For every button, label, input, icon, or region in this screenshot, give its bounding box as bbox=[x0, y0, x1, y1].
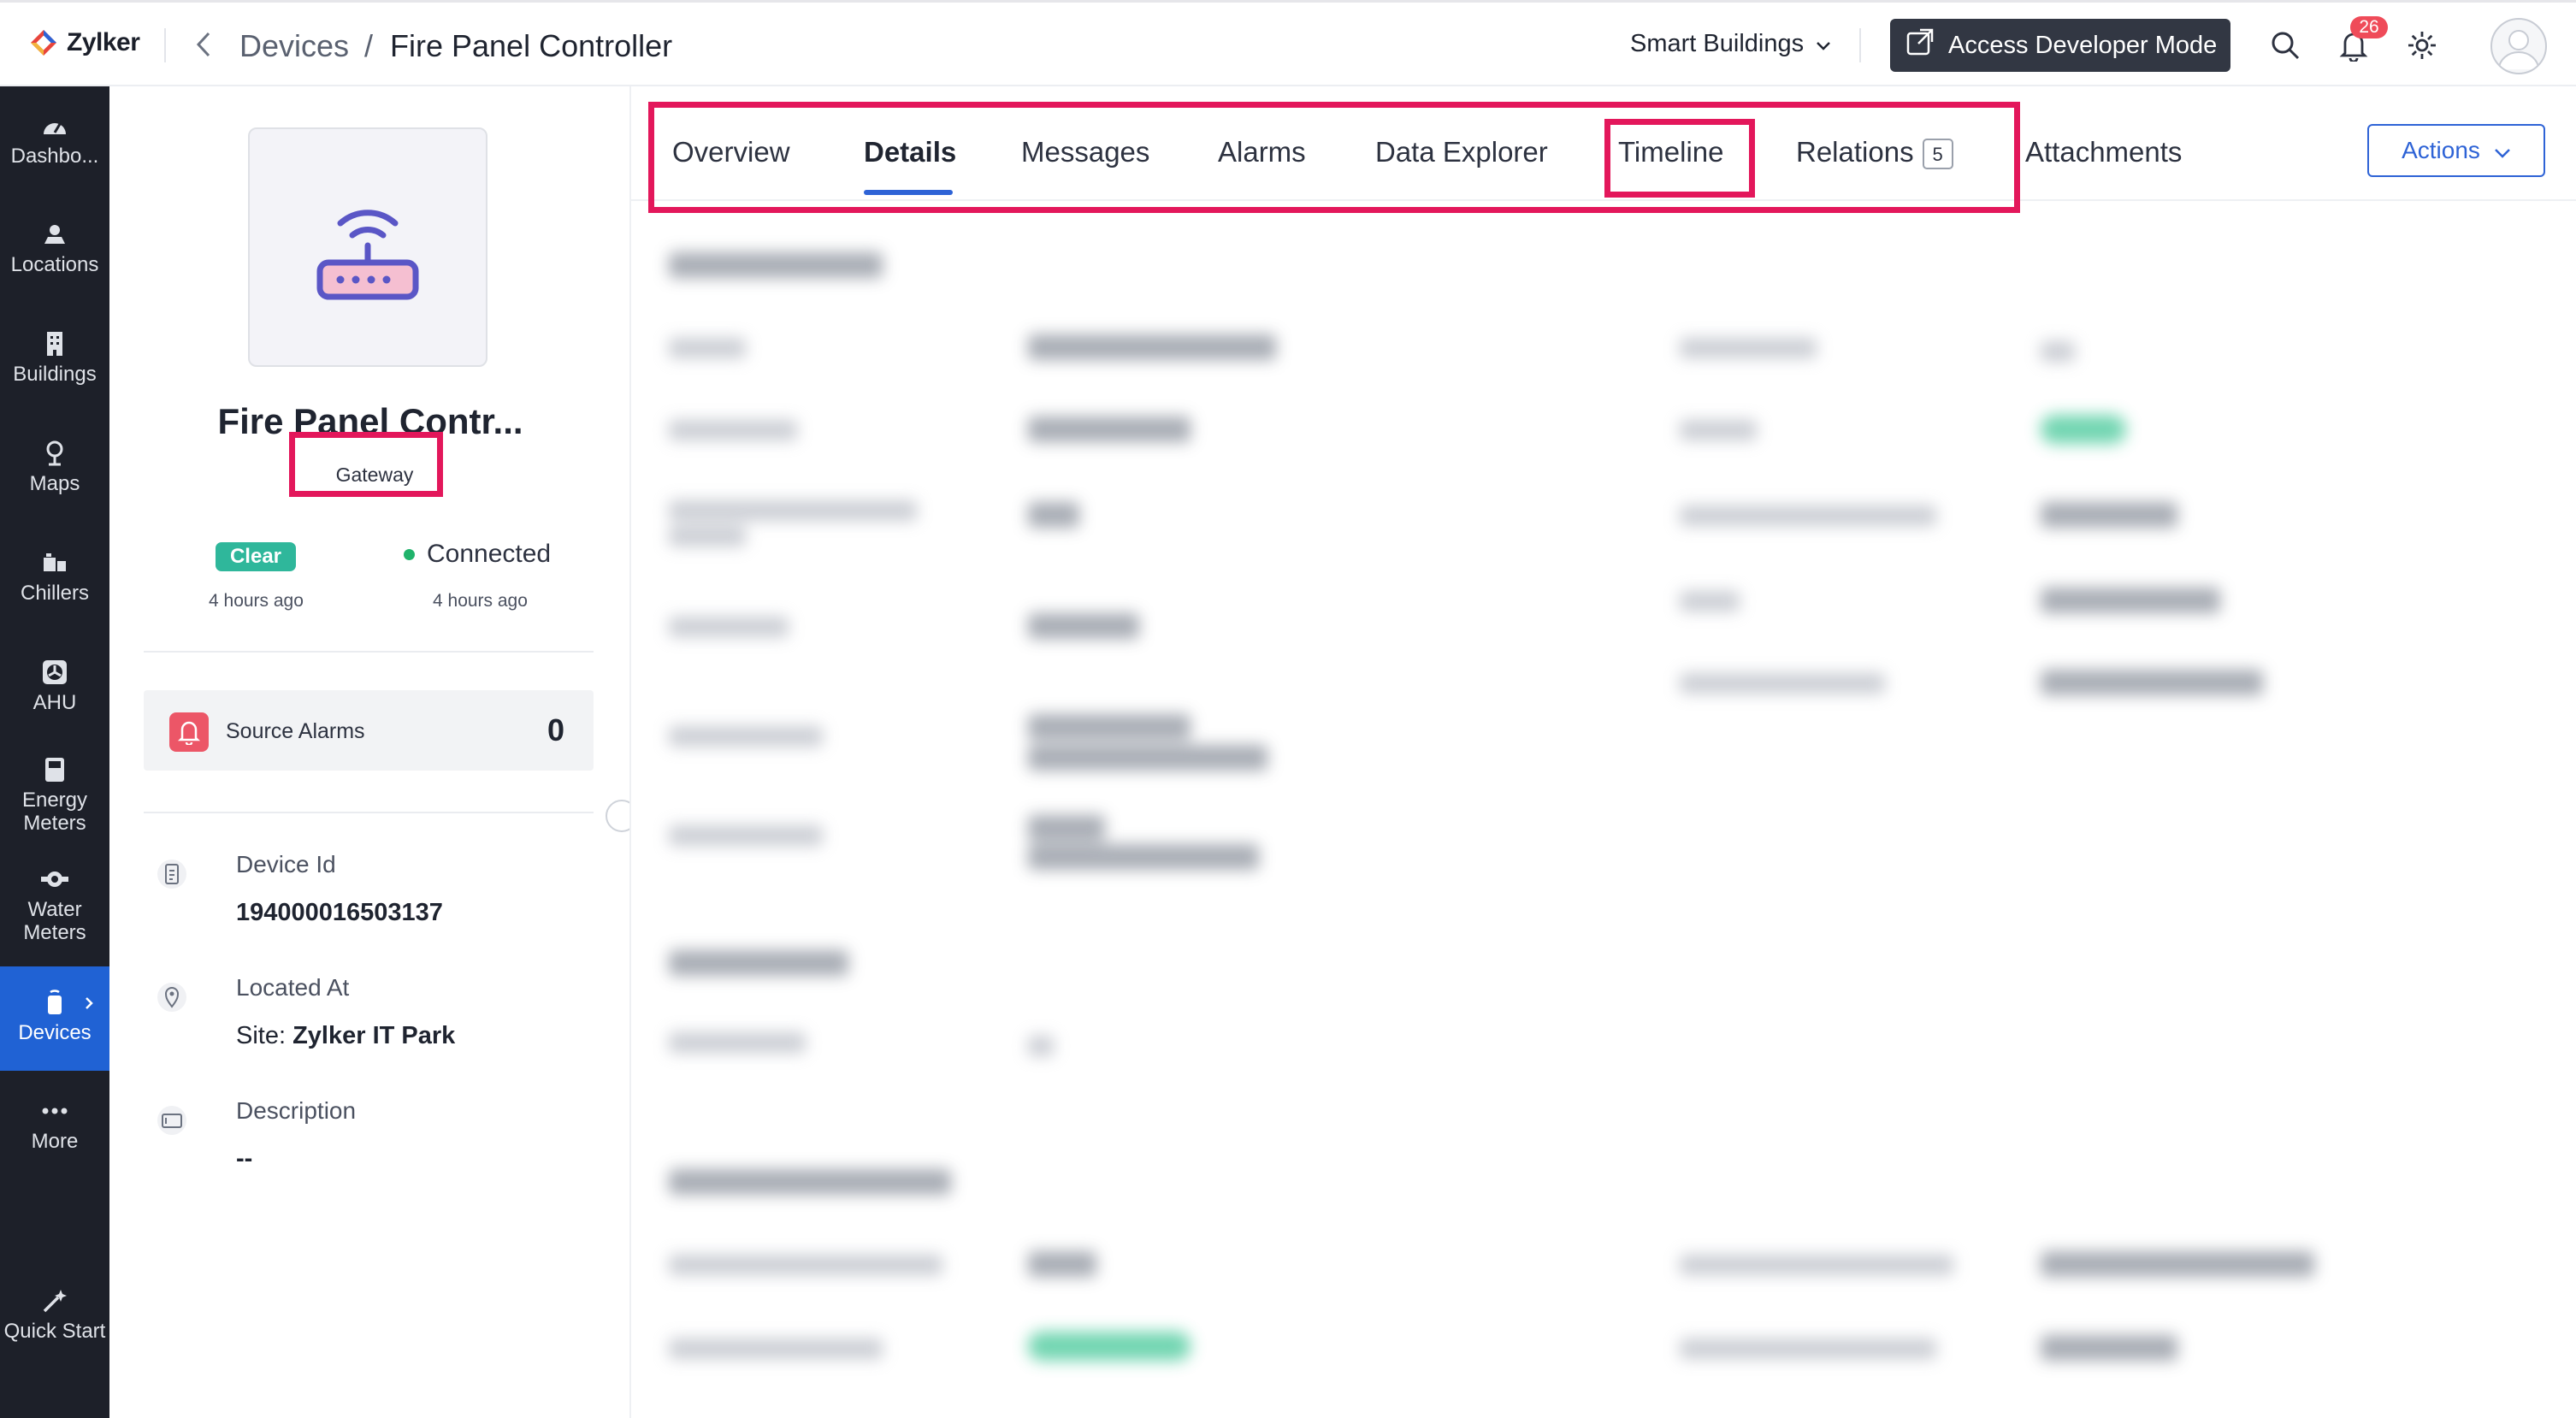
app-header: Zylker Devices / Fire Panel Controller S… bbox=[0, 3, 2576, 86]
fan-icon bbox=[0, 657, 109, 688]
back-chevron-icon[interactable] bbox=[193, 30, 214, 63]
sidebar-item-label: Maps bbox=[29, 472, 80, 495]
sidebar-item-chillers[interactable]: Chillers bbox=[0, 547, 109, 605]
search-icon[interactable] bbox=[2266, 27, 2304, 64]
alarm-bell-icon bbox=[169, 712, 209, 752]
sidebar-item-label: Quick Start bbox=[3, 1320, 106, 1343]
tab-attachments[interactable]: Attachments bbox=[2025, 136, 2182, 168]
sidebar-item-locations[interactable]: Locations bbox=[0, 219, 109, 276]
located-at-prefix: Site: bbox=[236, 1022, 293, 1049]
water-meter-icon bbox=[0, 864, 109, 895]
sidebar-item-label: AHU bbox=[32, 691, 77, 714]
sidebar-nav: Dashbo... Locations Buildings Maps Chill… bbox=[0, 86, 109, 1418]
alarm-status-time: 4 hours ago bbox=[209, 591, 304, 611]
divider bbox=[144, 812, 594, 813]
header-divider-right bbox=[1859, 28, 1861, 62]
sidebar-item-buildings[interactable]: Buildings bbox=[0, 328, 109, 386]
access-developer-mode-button[interactable]: Access Developer Mode bbox=[1890, 19, 2230, 72]
user-avatar[interactable] bbox=[2490, 18, 2547, 74]
description-icon bbox=[152, 1101, 192, 1140]
annotation-highlight-timeline bbox=[1604, 119, 1755, 198]
more-dots-icon bbox=[0, 1096, 109, 1126]
location-pin-icon bbox=[0, 219, 109, 250]
external-link-icon bbox=[1905, 27, 1935, 63]
alarm-status-badge: Clear bbox=[216, 542, 296, 571]
gear-icon[interactable] bbox=[2403, 27, 2441, 64]
sidebar-item-label: Buildings bbox=[13, 363, 97, 386]
chevron-right-icon bbox=[86, 997, 93, 1009]
brand-name: Zylker bbox=[67, 28, 140, 56]
sidebar-item-maps[interactable]: Maps bbox=[0, 438, 109, 495]
location-pin-icon bbox=[152, 978, 192, 1017]
header-divider bbox=[164, 28, 166, 62]
description-value: -- bbox=[236, 1145, 253, 1173]
device-detail-main: Overview Details Messages Alarms Data Ex… bbox=[629, 86, 2576, 1418]
sidebar-item-label: Devices bbox=[18, 1021, 92, 1044]
located-at-label: Located At bbox=[236, 974, 350, 1001]
device-summary-panel: Fire Panel Contr... Gateway Clear 4 hour… bbox=[109, 86, 638, 1418]
building-icon bbox=[0, 328, 109, 359]
located-at-site: Zylker IT Park bbox=[292, 1022, 456, 1049]
description-label: Description bbox=[236, 1097, 357, 1124]
connection-status: Connected bbox=[404, 540, 551, 569]
device-thumbnail bbox=[248, 127, 487, 367]
notification-count-badge: 26 bbox=[2350, 16, 2388, 38]
device-id-value: 194000016503137 bbox=[236, 899, 443, 926]
blurred-details-content bbox=[631, 201, 2576, 1418]
sidebar-item-label: Water Meters bbox=[23, 898, 86, 944]
chevron-down-icon bbox=[2494, 137, 2511, 164]
zylker-logo-icon bbox=[29, 28, 58, 57]
router-icon bbox=[316, 210, 419, 300]
source-alarms-label: Source Alarms bbox=[226, 719, 365, 743]
actions-dropdown-button[interactable]: Actions bbox=[2367, 124, 2545, 177]
source-alarms-card[interactable]: Source Alarms 0 bbox=[144, 690, 594, 771]
energy-meter-icon bbox=[0, 754, 109, 785]
connected-dot-icon bbox=[404, 548, 415, 560]
source-alarms-count: 0 bbox=[547, 712, 564, 747]
id-card-icon bbox=[152, 854, 192, 894]
sidebar-item-ahu[interactable]: AHU bbox=[0, 657, 109, 714]
breadcrumb-devices-link[interactable]: Devices bbox=[239, 28, 349, 64]
sidebar-item-more[interactable]: More bbox=[0, 1096, 109, 1153]
breadcrumb-separator: / bbox=[364, 28, 374, 63]
brand-logo[interactable]: Zylker bbox=[29, 28, 140, 57]
connection-time: 4 hours ago bbox=[433, 591, 528, 611]
sidebar-item-dashboard[interactable]: Dashbo... bbox=[0, 110, 109, 168]
breadcrumb-current-page: Fire Panel Controller bbox=[390, 28, 673, 63]
connection-status-label: Connected bbox=[427, 540, 552, 568]
chevron-down-icon bbox=[1816, 30, 1831, 58]
magic-wand-icon bbox=[0, 1285, 109, 1316]
annotation-highlight-type bbox=[289, 432, 443, 497]
sidebar-item-label: Chillers bbox=[20, 582, 89, 605]
map-pin-icon bbox=[0, 438, 109, 469]
sidebar-item-quick-start[interactable]: Quick Start bbox=[0, 1285, 109, 1343]
sidebar-item-water-meters[interactable]: Water Meters bbox=[0, 864, 109, 944]
developer-mode-label: Access Developer Mode bbox=[1948, 31, 2218, 59]
workspace-name: Smart Buildings bbox=[1630, 30, 1805, 57]
device-id-label: Device Id bbox=[236, 851, 336, 877]
sidebar-item-label: Energy Meters bbox=[21, 789, 88, 835]
sidebar-item-label: Locations bbox=[10, 253, 99, 276]
workspace-selector[interactable]: Smart Buildings bbox=[1630, 30, 1831, 58]
actions-label: Actions bbox=[2402, 137, 2480, 163]
sidebar-item-energy-meters[interactable]: Energy Meters bbox=[0, 754, 109, 835]
dashboard-gauge-icon bbox=[0, 110, 109, 141]
chiller-icon bbox=[0, 547, 109, 578]
divider bbox=[144, 651, 594, 653]
annotation-highlight-tabs bbox=[648, 102, 2020, 213]
located-at-value: Site: Zylker IT Park bbox=[236, 1022, 455, 1050]
sidebar-item-label: Dashbo... bbox=[10, 145, 99, 168]
sidebar-item-label: More bbox=[31, 1130, 79, 1153]
sidebar-item-devices[interactable]: Devices bbox=[0, 966, 109, 1071]
device-icon bbox=[0, 987, 109, 1018]
